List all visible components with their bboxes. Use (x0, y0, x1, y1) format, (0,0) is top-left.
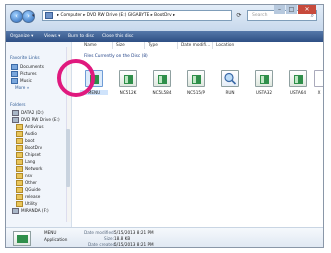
address-bar[interactable]: ▸ Computer ▸ DVD RW Drive (E:) GIGABYTE … (42, 10, 232, 21)
file-item-nc5l584[interactable]: NC5L584 (148, 70, 176, 95)
application-icon (153, 70, 171, 87)
details-date-modified: 5/15/2013 8:21 PM (114, 230, 154, 235)
folder-icon (16, 131, 23, 137)
folder-icon (16, 152, 23, 158)
application-icon (13, 231, 31, 246)
file-label: NC515/P (187, 90, 205, 95)
file-label: X (317, 90, 321, 95)
folder-icon (45, 12, 53, 19)
folder-icon (16, 124, 23, 130)
pictures-icon (11, 71, 18, 77)
details-file-name: MENU (44, 230, 57, 235)
file-item-nc512k[interactable]: NC512K (114, 70, 142, 95)
details-size-label: Size: (104, 236, 115, 241)
burn-to-disc-button[interactable]: Burn to disc (68, 31, 94, 42)
file-label: USTA64 (289, 90, 307, 95)
application-icon (255, 70, 273, 87)
title-bar: ‹ › ▾ ▸ Computer ▸ DVD RW Drive (E:) GIG… (6, 5, 323, 31)
tree-item-boot[interactable]: boot (16, 138, 34, 144)
magnifier-icon (221, 70, 239, 87)
column-header-size[interactable]: Size (116, 42, 125, 49)
drive-icon (12, 110, 19, 116)
tree-item-network[interactable]: Network (16, 166, 42, 172)
details-pane: MENU Application Date modified: 5/15/201… (6, 227, 323, 247)
tree-item-other[interactable]: Other (16, 180, 37, 186)
file-item-nc515p[interactable]: NC515/P (182, 70, 210, 95)
folder-icon (16, 194, 23, 200)
organize-button[interactable]: Organize ▾ (10, 31, 33, 42)
file-label: USTA32 (255, 90, 273, 95)
details-date-created-label: Date created: (88, 242, 117, 247)
tree-item-chipset[interactable]: Chipset (16, 152, 41, 158)
tree-item-qguide[interactable]: QGuide (16, 187, 41, 193)
nav-link-documents[interactable]: Documents (11, 64, 44, 70)
tree-item-audio[interactable]: Audio (16, 131, 37, 137)
tree-item-bootdrv[interactable]: BootDrv (16, 145, 42, 151)
highlight-circle (57, 59, 95, 97)
tree-item-data2[interactable]: DATA2 (D:) (12, 110, 44, 116)
music-icon (11, 78, 18, 84)
dvd-drive-icon (12, 117, 19, 123)
tree-item-lang[interactable]: Lang (16, 159, 35, 165)
file-item-run[interactable]: RUN (216, 70, 244, 95)
drive-icon (12, 208, 19, 214)
nav-link-more[interactable]: More » (15, 85, 29, 91)
column-divider (177, 42, 178, 49)
application-icon (119, 70, 137, 87)
column-header-name[interactable]: Name (84, 42, 97, 49)
file-label: NC5L584 (152, 90, 172, 95)
address-path: ▸ Computer ▸ DVD RW Drive (E:) GIGABYTE … (57, 13, 176, 18)
folder-icon (16, 173, 23, 179)
column-divider (212, 42, 213, 49)
nav-scrollbar-thumb[interactable] (66, 129, 70, 187)
application-icon (289, 70, 307, 87)
nav-link-music[interactable]: Music (11, 78, 32, 84)
refresh-icon[interactable]: ⟳ (234, 10, 244, 21)
tree-item-dvd-drive[interactable]: DVD RW Drive (E:) (12, 117, 60, 123)
file-item-usta32[interactable]: USTA32 (250, 70, 278, 95)
group-header: Files Currently on the Disc (8) (84, 54, 148, 59)
tree-item-nsv[interactable]: nsv (16, 173, 32, 179)
details-file-type: Application (44, 237, 68, 242)
file-icon (314, 70, 323, 87)
favorite-links-heading: Favorite Links (10, 56, 40, 61)
file-label: NC512K (119, 90, 137, 95)
minimize-button[interactable]: – (274, 5, 285, 14)
column-header-type[interactable]: Type (148, 42, 158, 49)
recent-pages-dropdown[interactable]: ▾ (32, 13, 35, 19)
file-list: Name Size Type Date modifi... Location F… (72, 42, 323, 227)
tree-item-miranda[interactable]: MIRANDA (F:) (12, 208, 49, 214)
folder-icon (16, 180, 23, 186)
folder-icon (16, 187, 23, 193)
column-header-location[interactable]: Location (216, 42, 234, 49)
file-item-usta64[interactable]: USTA64 (284, 70, 312, 95)
details-size: 18.8 KB (114, 236, 131, 241)
folder-icon (16, 145, 23, 151)
folder-icon (16, 201, 23, 207)
command-toolbar: Organize ▾ Views ▾ Burn to disc Close th… (6, 31, 323, 42)
tree-item-antivirus[interactable]: Antivirus (16, 124, 44, 130)
tree-item-release[interactable]: release (16, 194, 40, 200)
details-date-modified-label: Date modified: (84, 230, 116, 235)
folder-icon (16, 166, 23, 172)
column-divider (112, 42, 113, 49)
maximize-button[interactable]: □ (286, 5, 297, 14)
nav-link-pictures[interactable]: Pictures (11, 71, 37, 77)
close-disc-button[interactable]: Close this disc (102, 31, 133, 42)
folders-heading: Folders (10, 103, 26, 108)
close-button[interactable]: ✕ (298, 5, 316, 14)
documents-icon (11, 64, 18, 70)
folder-icon (16, 138, 23, 144)
folder-icon (16, 159, 23, 165)
file-item-x[interactable]: X (312, 70, 323, 95)
tree-item-utility[interactable]: Utility (16, 201, 37, 207)
column-header-date-modified[interactable]: Date modifi... (181, 42, 210, 49)
explorer-window: ‹ › ▾ ▸ Computer ▸ DVD RW Drive (E:) GIG… (5, 4, 324, 248)
search-placeholder: Search (252, 13, 268, 18)
application-icon (187, 70, 205, 87)
column-divider (144, 42, 145, 49)
file-label: RUN (225, 90, 235, 95)
views-button[interactable]: Views ▾ (44, 31, 60, 42)
details-date-created: 5/15/2013 8:21 PM (114, 242, 154, 247)
